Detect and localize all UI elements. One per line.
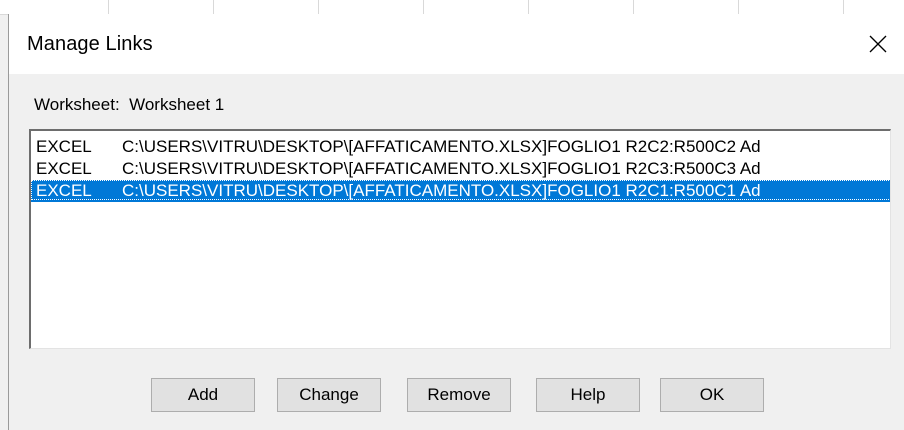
remove-button[interactable]: Remove: [407, 378, 511, 412]
column-divider: [318, 0, 319, 14]
add-button[interactable]: Add: [151, 378, 255, 412]
ok-button[interactable]: OK: [660, 378, 764, 412]
link-row-selected[interactable]: EXCEL C:\USERS\VITRU\DESKTOP\[AFFATICAME…: [31, 180, 890, 202]
link-type: EXCEL: [36, 181, 92, 200]
link-row[interactable]: EXCEL C:\USERS\VITRU\DESKTOP\[AFFATICAME…: [31, 136, 890, 158]
link-type: EXCEL: [36, 159, 92, 178]
link-path: C:\USERS\VITRU\DESKTOP\[AFFATICAMENTO.XL…: [122, 181, 761, 200]
link-row[interactable]: EXCEL C:\USERS\VITRU\DESKTOP\[AFFATICAME…: [31, 158, 890, 180]
column-divider: [843, 0, 844, 14]
column-divider: [528, 0, 529, 14]
close-icon: [869, 35, 887, 53]
dialog-title: Manage Links: [27, 33, 153, 55]
column-divider: [213, 0, 214, 14]
dialog-titlebar[interactable]: Manage Links: [9, 14, 904, 74]
link-path: C:\USERS\VITRU\DESKTOP\[AFFATICAMENTO.XL…: [122, 137, 761, 156]
column-divider: [108, 0, 109, 14]
change-button[interactable]: Change: [277, 378, 381, 412]
link-type: EXCEL: [36, 137, 92, 156]
close-button[interactable]: [860, 26, 896, 62]
column-divider: [423, 0, 424, 14]
background-window-strip: [0, 0, 904, 15]
link-path: C:\USERS\VITRU\DESKTOP\[AFFATICAMENTO.XL…: [122, 159, 761, 178]
column-divider: [633, 0, 634, 14]
manage-links-dialog: Manage Links Worksheet: Worksheet 1 EXCE…: [8, 14, 904, 430]
column-divider: [738, 0, 739, 14]
links-listbox[interactable]: EXCEL C:\USERS\VITRU\DESKTOP\[AFFATICAME…: [29, 129, 891, 349]
help-button[interactable]: Help: [536, 378, 640, 412]
worksheet-label: Worksheet: Worksheet 1: [34, 95, 225, 114]
